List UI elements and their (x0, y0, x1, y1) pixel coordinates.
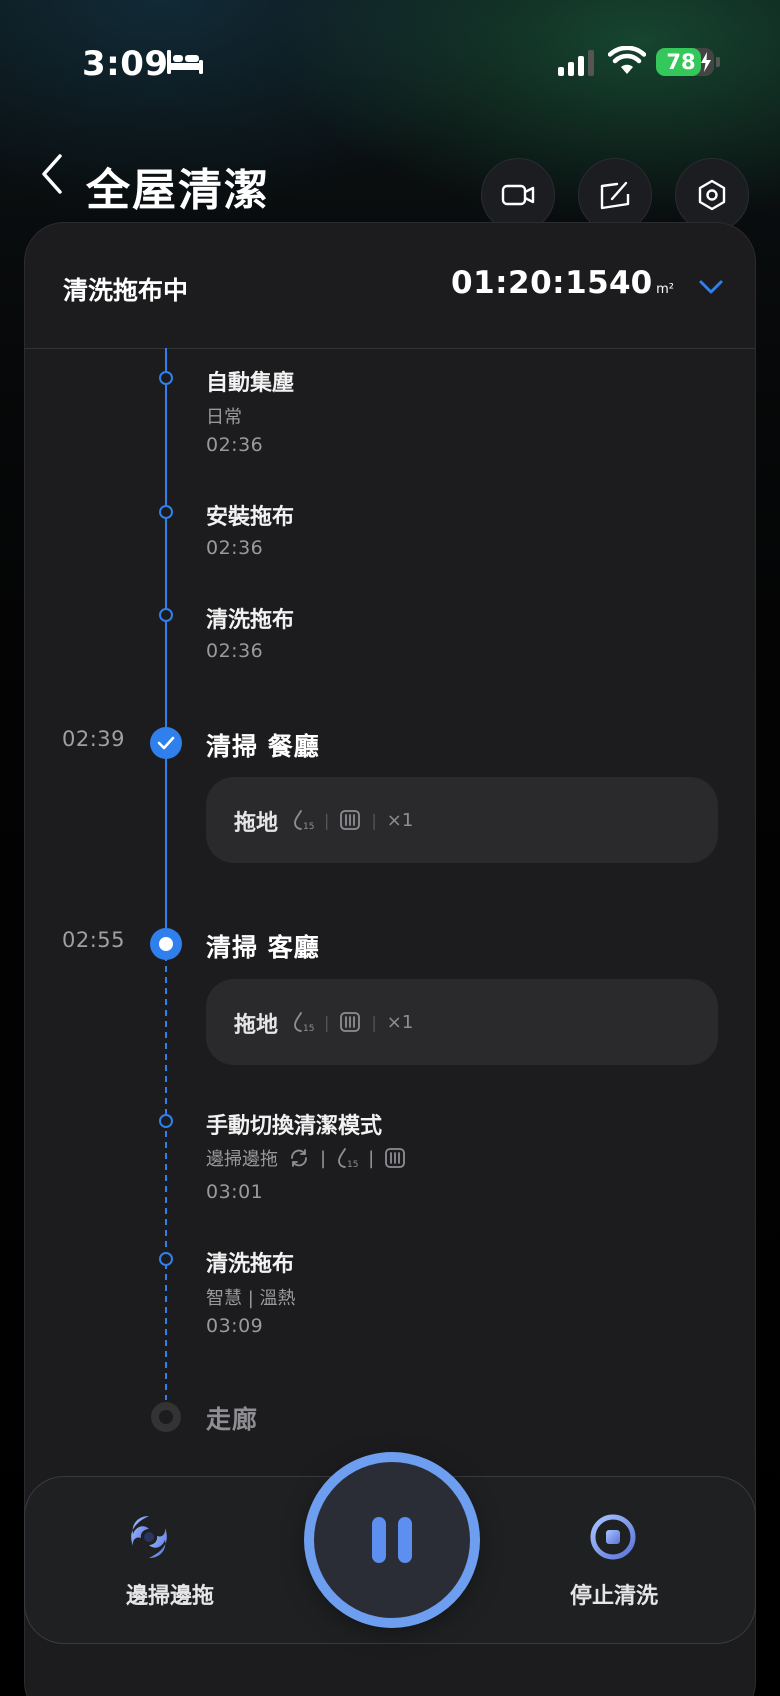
room-mode: 拖地 (234, 1013, 279, 1038)
meta-separator: | (320, 1147, 327, 1169)
room-pending-dot-inner (159, 1410, 173, 1424)
hexagon-settings-icon (698, 179, 726, 211)
event-title: 清洗拖布 (206, 608, 295, 633)
room-done-dot (150, 727, 182, 759)
pause-button[interactable] (314, 1462, 470, 1618)
video-button[interactable] (481, 158, 555, 232)
timeline-event-dot (159, 1114, 173, 1128)
room-meta: 15 | | ×1 (292, 805, 413, 835)
room-passes: ×1 (386, 1011, 414, 1033)
event-time: 02:36 (206, 434, 264, 456)
page-title: 全屋清潔 (86, 165, 270, 216)
status-bar: 3:09 78 (0, 0, 780, 120)
meta-separator: | (368, 1147, 375, 1169)
room-passes: ×1 (386, 809, 414, 831)
cellular-signal-icon (558, 50, 594, 76)
room-settings-card[interactable]: 拖地 15 | | ×1 (206, 979, 718, 1065)
timeline-pending-line (165, 944, 167, 1400)
task-area-value: 40 (609, 265, 653, 301)
event-sub: 智慧 | 溫熱 (206, 1288, 296, 1309)
mop-pad-icon (340, 810, 361, 830)
charging-bolt-icon (701, 52, 711, 72)
event-time: 03:09 (206, 1315, 264, 1337)
water-drop-15-icon: 15 (338, 1148, 358, 1169)
meta-separator: | (371, 1012, 377, 1032)
meta-separator: | (371, 810, 377, 830)
meta-separator: | (324, 810, 330, 830)
stop-icon[interactable] (590, 1514, 636, 1560)
room-current-dot-inner (159, 937, 173, 951)
back-button[interactable] (36, 152, 68, 196)
pause-icon-bar-left (372, 1517, 386, 1563)
svg-text:15: 15 (303, 1024, 314, 1033)
status-time: 3:09 (82, 44, 169, 84)
meta-separator: | (324, 1012, 330, 1032)
timeline-completed-line (165, 348, 167, 942)
stop-label[interactable]: 停止清洗 (552, 1578, 676, 1610)
map-edit-button[interactable] (578, 158, 652, 232)
task-summary-header[interactable]: 清洗拖布中 01:20:15 40 m² (25, 223, 755, 349)
event-time: 02:36 (206, 640, 264, 662)
event-title: 手動切換清潔模式 (206, 1114, 383, 1139)
room-start-time: 02:39 (62, 727, 126, 751)
room-current-dot (150, 928, 182, 960)
screen: 3:09 78 全屋清潔 清洗拖布中 01:20:15 40 m² 自動集塵 日… (0, 0, 780, 1696)
room-start-time: 02:55 (62, 928, 126, 952)
room-pending-dot (151, 1402, 181, 1432)
mop-pad-icon (340, 1012, 361, 1032)
event-title: 安裝拖布 (206, 505, 295, 530)
pending-room-title: 走廊 (206, 1405, 259, 1434)
event-title: 清洗拖布 (206, 1252, 295, 1277)
water-drop-15-icon: 15 (294, 810, 314, 831)
task-state: 清洗拖布中 (63, 276, 189, 305)
svg-text:15: 15 (347, 1160, 358, 1169)
water-drop-15-icon: 15 (294, 1012, 314, 1033)
timeline-event-dot (159, 608, 173, 622)
timeline-event-dot (159, 371, 173, 385)
room-mode: 拖地 (234, 811, 279, 836)
battery-percent: 78 (666, 50, 696, 74)
battery-indicator: 78 (656, 48, 714, 76)
room-settings-card[interactable]: 拖地 15 | | ×1 (206, 777, 718, 863)
mop-pad-icon (385, 1148, 406, 1168)
sweep-cycle-icon (291, 1149, 307, 1167)
event-time: 02:36 (206, 537, 264, 559)
event-sub: 邊掃邊拖 (206, 1149, 278, 1170)
event-sub-meta: 邊掃邊拖 | 15 | (206, 1145, 406, 1171)
battery-tip (716, 57, 720, 67)
event-sub: 日常 (206, 407, 242, 428)
event-time: 03:01 (206, 1181, 264, 1203)
task-area: 40 m² (609, 265, 674, 301)
timeline-event-dot (159, 505, 173, 519)
checkmark-icon (157, 736, 175, 750)
room-title: 清掃 餐廳 (206, 732, 320, 761)
video-camera-icon (501, 184, 535, 206)
room-meta: 15 | | ×1 (292, 1007, 413, 1037)
sweep-mop-mode-icon[interactable] (124, 1512, 174, 1562)
task-area-unit: m² (656, 282, 675, 297)
pause-icon-bar-right (398, 1517, 412, 1563)
mode-label[interactable]: 邊掃邊拖 (110, 1578, 230, 1610)
timeline-event-dot (159, 1252, 173, 1266)
settings-button[interactable] (675, 158, 749, 232)
wifi-icon (608, 46, 646, 74)
event-title: 自動集塵 (206, 371, 295, 396)
task-duration: 01:20:15 (451, 265, 610, 301)
chevron-down-icon[interactable] (697, 277, 725, 297)
svg-text:15: 15 (303, 822, 314, 831)
sleep-bed-icon (167, 50, 203, 74)
room-title: 清掃 客廳 (206, 933, 320, 962)
map-edit-icon (600, 181, 630, 210)
